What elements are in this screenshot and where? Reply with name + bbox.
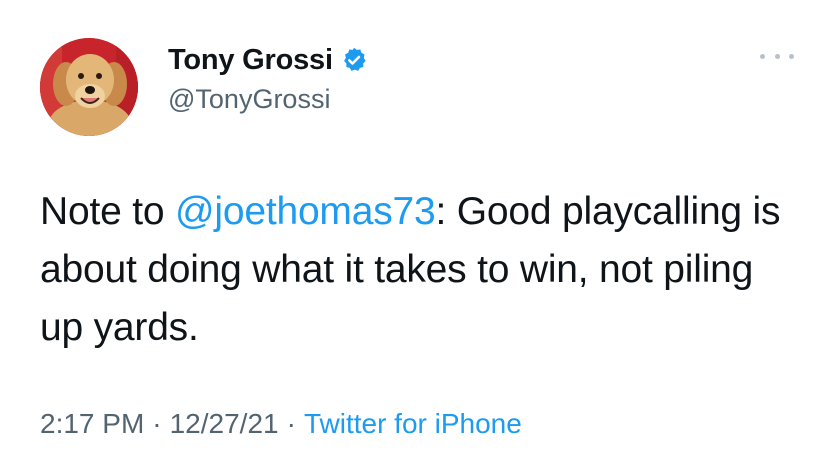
tweet-text-before: Note to (40, 190, 175, 233)
author-display-name[interactable]: Tony Grossi (168, 44, 333, 77)
author-handle[interactable]: @TonyGrossi (168, 84, 330, 115)
meta-separator: · (286, 408, 296, 439)
more-options-icon[interactable] (760, 50, 794, 62)
verified-badge-icon (340, 46, 368, 74)
more-dot (789, 53, 794, 59)
tweet-time[interactable]: 2:17 PM (40, 408, 144, 439)
tweet-date[interactable]: 12/27/21 (170, 408, 279, 439)
dog-photo-icon (40, 38, 138, 136)
more-dot (774, 53, 780, 59)
more-dot (760, 53, 765, 59)
author-name-row: Tony Grossi (168, 40, 368, 80)
mention-link[interactable]: @joethomas73 (175, 190, 436, 233)
tweet-meta: 2:17 PM · 12/27/21 · Twitter for iPhone (40, 408, 522, 440)
avatar[interactable] (40, 38, 138, 136)
tweet-source-link[interactable]: Twitter for iPhone (304, 408, 522, 439)
tweet-card: Tony Grossi @TonyGrossi Note to @joethom… (0, 0, 828, 462)
meta-separator: · (152, 408, 162, 439)
tweet-text: Note to @joethomas73: Good playcalling i… (40, 183, 800, 357)
